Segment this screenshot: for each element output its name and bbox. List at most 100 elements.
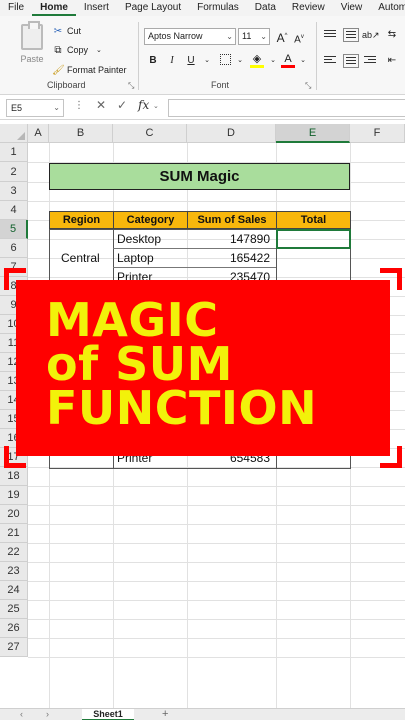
row-header-1[interactable]: 1 [0, 143, 28, 162]
indent-icon[interactable]: ⇤ [385, 54, 399, 68]
cancel-icon[interactable]: ✕ [96, 98, 106, 112]
sheet-tab-bar: ‹ › Sheet1 + [0, 708, 405, 720]
font-group-label: Font [211, 80, 230, 90]
align-middle-icon[interactable] [343, 28, 359, 42]
header-category[interactable]: Category [113, 211, 188, 229]
row-header-19[interactable]: 19 [0, 486, 28, 505]
dialog-launcher-icon[interactable]: ⤡ [305, 81, 311, 91]
category-cell[interactable]: Desktop [114, 230, 186, 249]
tab-file[interactable]: File [0, 0, 32, 16]
row-header-20[interactable]: 20 [0, 505, 28, 524]
sales-cell[interactable]: 165422 [188, 249, 276, 268]
clipboard-icon [21, 21, 43, 50]
gridline [28, 619, 405, 620]
more-options-icon[interactable]: ⋮ [74, 100, 84, 111]
row-header-18[interactable]: 18 [0, 467, 28, 486]
tab-data[interactable]: Data [247, 0, 284, 16]
scroll-right-icon[interactable]: › [46, 709, 49, 720]
row-header-5[interactable]: 5 [0, 220, 28, 239]
column-header-d[interactable]: D [187, 124, 276, 143]
gridline [28, 505, 405, 506]
selected-cell-e5[interactable] [276, 229, 351, 249]
tab-page-layout[interactable]: Page Layout [117, 0, 189, 16]
format-painter-button[interactable]: 🖌 Format Painter [52, 63, 127, 77]
grow-font-icon[interactable]: A^ [275, 29, 289, 45]
ribbon-tabs: File Home Insert Page Layout Formulas Da… [0, 0, 405, 16]
paintbrush-icon: 🖌 [52, 64, 65, 76]
row-header-25[interactable]: 25 [0, 600, 28, 619]
chevron-down-icon[interactable]: ⌄ [153, 102, 159, 110]
tab-automate[interactable]: Autom [370, 0, 405, 16]
underline-button[interactable]: U [184, 54, 198, 68]
copy-button[interactable]: ⧉ Copy ⌄ [52, 43, 102, 57]
row-header-27[interactable]: 27 [0, 638, 28, 657]
overlay-line-1: MAGIC [46, 293, 219, 347]
formula-bar: E5 ⌄ ⋮ ✕ ✓ fx ⌄ [0, 96, 405, 120]
column-header-a[interactable]: A [28, 124, 49, 143]
chevron-down-icon[interactable]: ⌄ [96, 46, 102, 54]
overlay-title: MAGIC of SUM FUNCTION [46, 293, 386, 431]
column-header-f[interactable]: F [350, 124, 405, 143]
chevron-down-icon[interactable]: ⌄ [200, 54, 214, 68]
category-cell[interactable]: Laptop [114, 249, 186, 268]
row-header-4[interactable]: 4 [0, 201, 28, 220]
fill-color-icon[interactable]: ◈ [250, 52, 264, 68]
cut-label: Cut [67, 26, 82, 36]
font-name-dropdown[interactable]: Aptos Narrow ⌄ [144, 28, 236, 45]
title-cell[interactable]: SUM Magic [49, 163, 350, 190]
chevron-down-icon[interactable]: ⌄ [296, 54, 310, 68]
borders-icon[interactable] [218, 53, 232, 67]
header-sum-of-sales[interactable]: Sum of Sales [187, 211, 277, 229]
font-color-icon[interactable]: A [281, 52, 295, 68]
header-region[interactable]: Region [49, 211, 114, 229]
tab-review[interactable]: Review [284, 0, 333, 16]
row-header-3[interactable]: 3 [0, 182, 28, 201]
row-header-6[interactable]: 6 [0, 239, 28, 258]
formula-input[interactable] [168, 99, 405, 117]
column-header-c[interactable]: C [113, 124, 187, 143]
row-header-21[interactable]: 21 [0, 524, 28, 543]
sheet-tab-sheet1[interactable]: Sheet1 [82, 709, 134, 720]
tab-view[interactable]: View [333, 0, 371, 16]
align-left-icon[interactable] [324, 56, 336, 66]
column-header-e[interactable]: E [276, 124, 350, 143]
ribbon: Paste ✂ Cut ⧉ Copy ⌄ 🖌 Format Painter Cl… [0, 16, 405, 95]
row-header-24[interactable]: 24 [0, 581, 28, 600]
paste-button[interactable]: Paste [18, 21, 46, 72]
row-header-23[interactable]: 23 [0, 562, 28, 581]
tab-home[interactable]: Home [32, 0, 76, 16]
sales-cell[interactable]: 147890 [188, 230, 276, 249]
orientation-icon[interactable]: ab↗ [362, 28, 380, 42]
align-right-icon[interactable] [364, 56, 376, 66]
region-cell[interactable]: Central [58, 249, 108, 268]
gridline [28, 581, 405, 582]
italic-button[interactable]: I [165, 54, 179, 68]
row-header-22[interactable]: 22 [0, 543, 28, 562]
align-center-icon[interactable] [343, 54, 359, 68]
font-name-value: Aptos Narrow [148, 31, 203, 41]
bold-button[interactable]: B [146, 54, 160, 68]
row-header-2[interactable]: 2 [0, 162, 28, 182]
column-header-b[interactable]: B [49, 124, 113, 143]
name-box[interactable]: E5 ⌄ [6, 99, 64, 117]
align-top-icon[interactable] [324, 30, 336, 40]
font-size-dropdown[interactable]: 11 ⌄ [238, 28, 270, 45]
tab-insert[interactable]: Insert [76, 0, 117, 16]
wrap-text-icon[interactable]: ⇆ [385, 28, 399, 42]
chevron-down-icon[interactable]: ⌄ [266, 54, 280, 68]
scroll-left-icon[interactable]: ‹ [20, 709, 23, 720]
row-header-26[interactable]: 26 [0, 619, 28, 638]
enter-check-icon[interactable]: ✓ [117, 98, 127, 112]
shrink-font-icon[interactable]: Av [292, 30, 306, 45]
add-sheet-button[interactable]: + [162, 709, 168, 720]
gridline [28, 486, 405, 487]
group-divider [138, 22, 139, 90]
dialog-launcher-icon[interactable]: ⤡ [128, 81, 134, 91]
cut-button[interactable]: ✂ Cut [52, 24, 81, 38]
copy-label: Copy [67, 45, 89, 55]
header-total[interactable]: Total [276, 211, 351, 229]
tab-formulas[interactable]: Formulas [189, 0, 247, 16]
chevron-down-icon[interactable]: ⌄ [233, 54, 247, 68]
insert-function-icon[interactable]: fx [138, 98, 149, 112]
select-all-button[interactable] [0, 124, 28, 143]
